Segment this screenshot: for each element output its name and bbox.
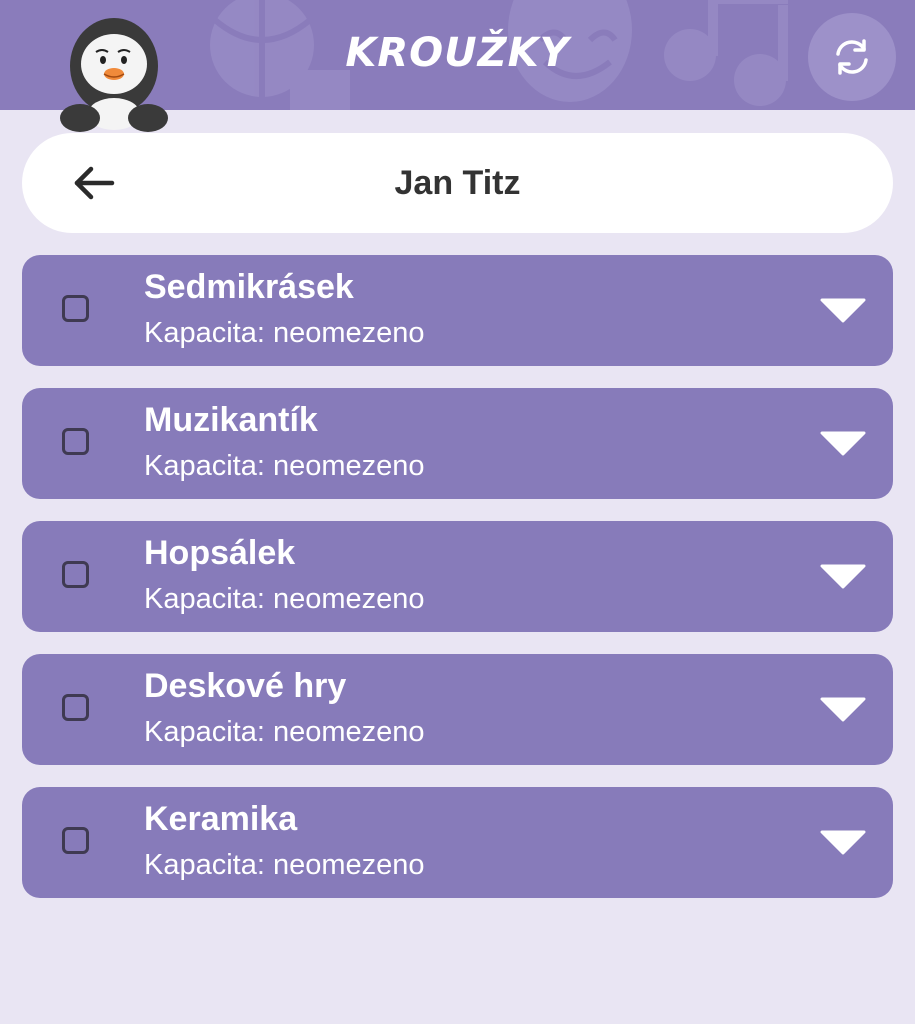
club-name: Keramika (144, 800, 298, 838)
club-item[interactable]: Sedmikrásek Kapacita: neomezeno (22, 255, 893, 366)
club-capacity: Kapacita: neomezeno (144, 583, 425, 615)
club-checkbox[interactable] (62, 428, 89, 455)
club-item[interactable]: Muzikantík Kapacita: neomezeno (22, 388, 893, 499)
club-name: Hopsálek (144, 534, 296, 572)
club-name: Deskové hry (144, 667, 347, 705)
chevron-down-icon[interactable] (820, 430, 866, 456)
club-capacity: Kapacita: neomezeno (144, 849, 425, 881)
club-capacity: Kapacita: neomezeno (144, 716, 425, 748)
club-checkbox[interactable] (62, 694, 89, 721)
club-name: Muzikantík (144, 401, 318, 439)
club-capacity: Kapacita: neomezeno (144, 450, 425, 482)
club-checkbox[interactable] (62, 295, 89, 322)
child-name-bar: Jan Titz (22, 133, 893, 233)
penguin-mascot-icon (60, 18, 168, 132)
club-name: Sedmikrásek (144, 268, 354, 306)
club-item[interactable]: Deskové hry Kapacita: neomezeno (22, 654, 893, 765)
club-checkbox[interactable] (62, 827, 89, 854)
refresh-icon (836, 39, 868, 75)
club-capacity: Kapacita: neomezeno (144, 317, 425, 349)
refresh-button[interactable] (808, 13, 896, 101)
chevron-down-icon[interactable] (820, 297, 866, 323)
club-checkbox[interactable] (62, 561, 89, 588)
child-name: Jan Titz (394, 164, 521, 202)
club-item[interactable]: Hopsálek Kapacita: neomezeno (22, 521, 893, 632)
club-item[interactable]: Keramika Kapacita: neomezeno (22, 787, 893, 898)
club-list: Sedmikrásek Kapacita: neomezeno Muzikant… (22, 255, 893, 920)
chevron-down-icon[interactable] (820, 829, 866, 855)
chevron-down-icon[interactable] (820, 696, 866, 722)
chevron-down-icon[interactable] (820, 563, 866, 589)
